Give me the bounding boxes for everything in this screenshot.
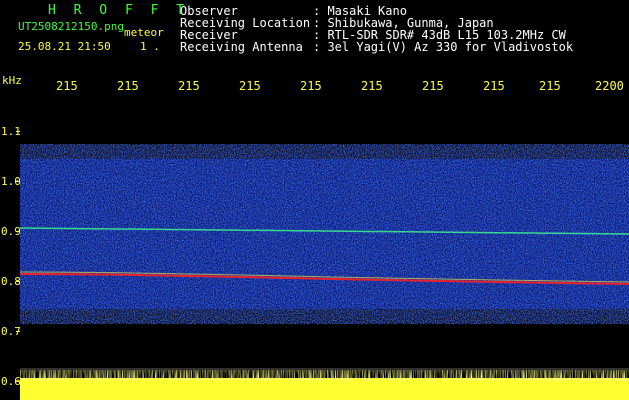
app-title: H R O F F T: [48, 3, 190, 18]
x-tick-label: 215: [539, 79, 561, 93]
x-tick-label: 215: [483, 79, 505, 93]
mode-label: meteor: [124, 26, 164, 39]
y-unit-label: kHz: [2, 74, 22, 87]
filename: UT2508212150.png: [18, 20, 124, 33]
spectrogram: [20, 96, 629, 370]
x-tick-label: 215: [361, 79, 383, 93]
signal-level-band: [20, 370, 629, 400]
counter: 1 .: [140, 40, 160, 53]
x-tick-label: 215: [239, 79, 261, 93]
x-tick-label: 215: [178, 79, 200, 93]
x-tick-label: 215: [56, 79, 78, 93]
antenna-value: : 3el Yagi(V) Az 330 for Vladivostok: [313, 40, 574, 54]
datetime: 25.08.21 21:50: [18, 40, 111, 53]
x-tick-label: 215: [422, 79, 444, 93]
x-tick-label: 215: [300, 79, 322, 93]
x-tick-label: 215: [117, 79, 139, 93]
antenna-label: Receiving Antenna: [180, 40, 303, 54]
x-tick-label: 2200: [595, 79, 624, 93]
